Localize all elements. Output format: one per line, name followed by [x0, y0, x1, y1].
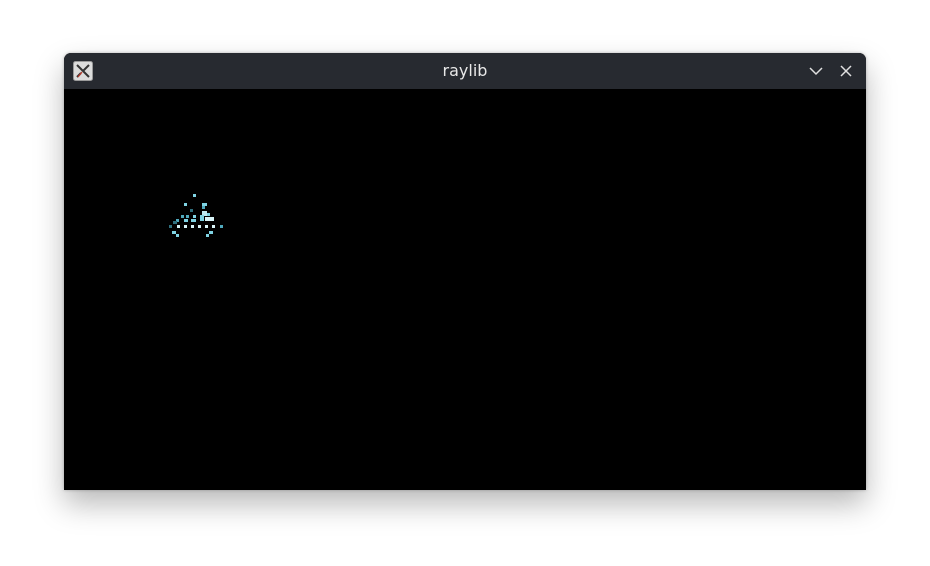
app-window: raylib [64, 53, 866, 490]
pixel-art-ship-sprite [169, 194, 223, 237]
game-canvas[interactable] [64, 89, 866, 490]
minimize-chevron-icon[interactable] [806, 61, 826, 81]
window-title: raylib [442, 61, 488, 80]
close-icon[interactable] [836, 61, 856, 81]
window-titlebar[interactable]: raylib [64, 53, 866, 89]
